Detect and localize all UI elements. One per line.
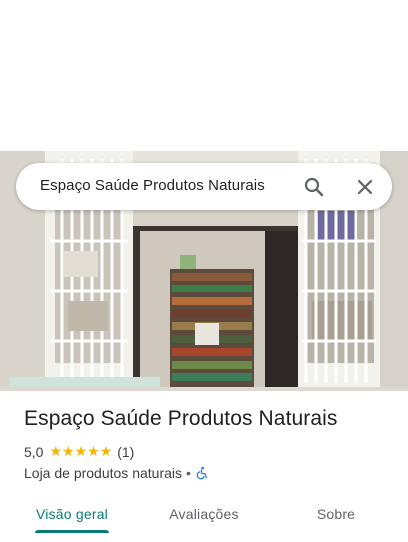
place-title: Espaço Saúde Produtos Naturais (24, 407, 338, 430)
place-category: Loja de produtos naturais (24, 465, 182, 481)
search-bar[interactable]: Espaço Saúde Produtos Naturais (16, 163, 392, 210)
separator-dot: • (186, 465, 191, 481)
wheelchair-accessible-icon (195, 466, 209, 480)
review-count[interactable]: (1) (117, 444, 134, 460)
search-icon[interactable] (302, 175, 326, 199)
active-tab-indicator (35, 530, 109, 533)
search-input[interactable]: Espaço Saúde Produtos Naturais (40, 177, 265, 194)
close-icon[interactable] (353, 175, 377, 199)
map-area[interactable] (0, 0, 408, 151)
tab-overview[interactable]: Visão geral (24, 494, 120, 534)
category-row: Loja de produtos naturais • (24, 464, 209, 482)
tab-about[interactable]: Sobre (296, 494, 376, 534)
place-sheet: Espaço Saúde Produtos Naturais Espaço Sa… (0, 0, 408, 542)
rating-row[interactable]: 5,0 ★★★★★ (1) (24, 443, 134, 461)
tab-reviews[interactable]: Avaliações (152, 494, 256, 534)
rating-value: 5,0 (24, 444, 44, 460)
place-tabs: Visão geral Avaliações Sobre (0, 494, 408, 542)
star-rating-icon: ★★★★★ (49, 444, 113, 460)
